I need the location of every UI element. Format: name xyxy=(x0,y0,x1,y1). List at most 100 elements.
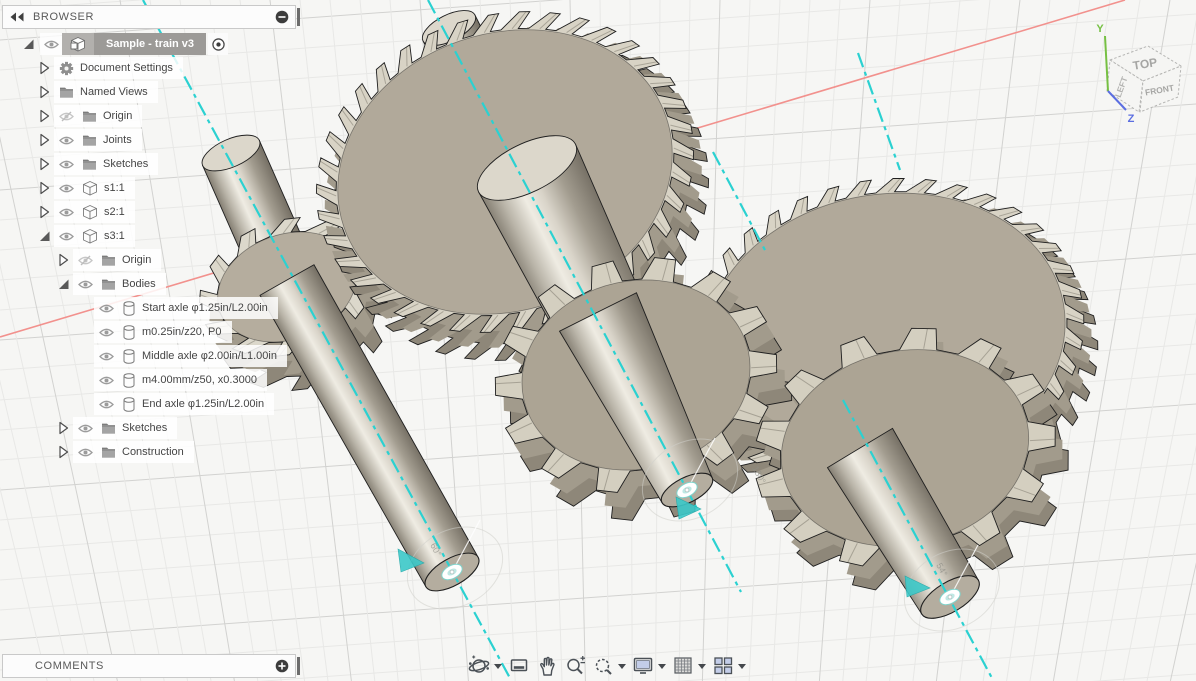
zoom-button[interactable] xyxy=(564,654,588,678)
eye-icon[interactable] xyxy=(59,159,74,170)
tree-item-label[interactable]: Named Views xyxy=(80,86,148,98)
folder-icon xyxy=(82,134,97,147)
eye-icon[interactable] xyxy=(99,375,114,386)
eye-icon[interactable] xyxy=(59,135,74,146)
display-settings-button[interactable] xyxy=(632,654,668,678)
body-icon xyxy=(122,300,136,316)
look-at-button[interactable] xyxy=(508,654,532,678)
orbit-button[interactable] xyxy=(468,654,504,678)
eye-icon[interactable] xyxy=(78,447,93,458)
component-icon xyxy=(82,180,98,196)
eye-icon[interactable] xyxy=(99,399,114,410)
grid-display-button[interactable] xyxy=(672,654,708,678)
disclosure-collapsed-icon[interactable] xyxy=(57,445,71,460)
disclosure-collapsed-icon[interactable] xyxy=(38,205,52,220)
eye-icon[interactable] xyxy=(78,279,93,290)
viewports-button[interactable] xyxy=(712,654,748,678)
tree-item-label[interactable]: Middle axle φ2.00in/L1.00in xyxy=(142,350,277,362)
disclosure-collapsed-icon[interactable] xyxy=(57,421,71,436)
eye-icon[interactable] xyxy=(99,303,114,314)
body-icon xyxy=(122,348,136,364)
eye-hidden-icon[interactable] xyxy=(59,111,74,122)
eye-icon[interactable] xyxy=(99,327,114,338)
eye-icon[interactable] xyxy=(59,207,74,218)
disclosure-collapsed-icon[interactable] xyxy=(38,61,52,76)
tree-item-label[interactable]: End axle φ1.25in/L2.00in xyxy=(142,398,264,410)
tree-item-label[interactable]: Origin xyxy=(122,254,151,266)
eye-hidden-icon[interactable] xyxy=(78,255,93,266)
settings-gear-icon xyxy=(59,61,74,76)
disclosure-expanded-icon[interactable] xyxy=(22,37,36,52)
eye-icon[interactable] xyxy=(40,33,62,55)
activate-component-radio[interactable] xyxy=(208,33,229,55)
tree-item-label[interactable]: Origin xyxy=(103,110,132,122)
eye-icon[interactable] xyxy=(59,183,74,194)
tree-item-label[interactable]: Joints xyxy=(103,134,132,146)
tree-item-label[interactable]: m0.25in/z20, P0 xyxy=(142,326,222,338)
browser-panel: BROWSER Sample - train v3 Document Settin… xyxy=(0,0,320,500)
tree-item-label[interactable]: Sample - train v3 xyxy=(94,33,207,55)
folder-icon xyxy=(82,158,97,171)
display-settings-icon xyxy=(632,654,656,678)
folder-icon xyxy=(82,110,97,123)
chevron-down-icon[interactable] xyxy=(618,663,626,669)
disclosure-collapsed-icon[interactable] xyxy=(38,181,52,196)
comments-bar[interactable]: COMMENTS xyxy=(2,654,296,678)
chevron-down-icon[interactable] xyxy=(494,663,502,669)
eye-icon[interactable] xyxy=(99,351,114,362)
look-at-icon xyxy=(508,654,532,678)
folder-icon xyxy=(59,86,74,99)
body-icon xyxy=(122,324,136,340)
chevron-down-icon[interactable] xyxy=(698,663,706,669)
folder-icon xyxy=(101,254,116,267)
comments-title: COMMENTS xyxy=(35,660,104,672)
eye-icon[interactable] xyxy=(78,423,93,434)
disclosure-collapsed-icon[interactable] xyxy=(38,157,52,172)
component-icon xyxy=(62,33,94,55)
disclosure-collapsed-icon[interactable] xyxy=(38,133,52,148)
pan-button[interactable] xyxy=(536,654,560,678)
navigation-toolbar xyxy=(468,653,752,679)
disclosure-collapsed-icon[interactable] xyxy=(57,253,71,268)
fit-icon xyxy=(592,654,616,678)
disclosure-collapsed-icon[interactable] xyxy=(38,85,52,100)
tree-item-label[interactable]: Document Settings xyxy=(80,62,173,74)
tree-item-label[interactable]: s2:1 xyxy=(104,206,125,218)
tree-item-label[interactable]: Sketches xyxy=(103,158,148,170)
tree-item-label[interactable]: Construction xyxy=(122,446,184,458)
tree-item-label[interactable]: s1:1 xyxy=(104,182,125,194)
eye-icon[interactable] xyxy=(59,231,74,242)
component-icon xyxy=(82,204,98,220)
viewports-icon xyxy=(712,654,736,678)
viewcube[interactable]: TOPLEFT FRONTYZ xyxy=(1076,0,1196,130)
tree-item-label[interactable]: s3:1 xyxy=(104,230,125,242)
panel-scrollbar[interactable] xyxy=(297,8,300,26)
browser-title: BROWSER xyxy=(33,11,95,23)
y-axis-label: Y xyxy=(1096,23,1104,35)
collapse-panel-icon[interactable] xyxy=(9,10,25,24)
tree-item-label[interactable]: Sketches xyxy=(122,422,167,434)
fit-button[interactable] xyxy=(592,654,628,678)
pan-icon xyxy=(536,654,560,678)
z-axis-label: Z xyxy=(1128,113,1135,125)
folder-icon xyxy=(101,278,116,291)
folder-icon xyxy=(101,422,116,435)
disclosure-collapsed-icon[interactable] xyxy=(38,109,52,124)
hide-panel-icon[interactable] xyxy=(275,10,289,24)
body-icon xyxy=(122,372,136,388)
tree-item-label[interactable]: Start axle φ1.25in/L2.00in xyxy=(142,302,268,314)
y-axis-line xyxy=(1104,35,1109,92)
browser-header: BROWSER xyxy=(2,5,296,29)
disclosure-expanded-icon[interactable] xyxy=(57,277,71,292)
grid-display-icon xyxy=(672,654,696,678)
orbit-icon xyxy=(468,654,492,678)
chevron-down-icon[interactable] xyxy=(738,663,746,669)
folder-icon xyxy=(101,446,116,459)
tree-item-label[interactable]: Bodies xyxy=(122,278,156,290)
add-comment-icon[interactable] xyxy=(275,659,289,673)
chevron-down-icon[interactable] xyxy=(658,663,666,669)
disclosure-expanded-icon[interactable] xyxy=(38,229,52,244)
component-icon xyxy=(82,228,98,244)
comments-scrollbar[interactable] xyxy=(297,657,300,675)
tree-item-label[interactable]: m4.00mm/z50, x0.3000 xyxy=(142,374,257,386)
